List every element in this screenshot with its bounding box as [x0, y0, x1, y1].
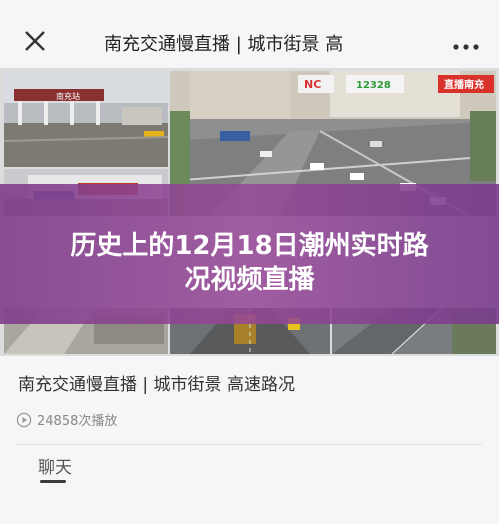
- tab-chat[interactable]: 聊天: [38, 453, 72, 478]
- nc-sign: NC: [304, 78, 321, 91]
- more-button[interactable]: [453, 37, 479, 50]
- page-title-text: 南充交通慢直播 | 城市街景 高: [104, 34, 344, 55]
- camera-feed-toll-gate: 南充站: [4, 71, 168, 167]
- article-title: 南充交通慢直播 | 城市街景 高速路况: [18, 375, 295, 395]
- article-info: 南充交通慢直播 | 城市街景 高速路况 24858次播放 聊天: [0, 356, 499, 524]
- title-fade: [364, 30, 404, 56]
- hotline-sign: 12328: [356, 80, 391, 91]
- page-title: 南充交通慢直播 | 城市街景 高: [104, 30, 404, 56]
- more-dots-icon: [453, 44, 479, 50]
- view-count-text: 24858次播放: [37, 414, 118, 429]
- play-circle-icon: [16, 412, 32, 427]
- headline-line-1: 历史上的12月18日潮州实时路: [70, 231, 429, 261]
- close-icon: [25, 31, 45, 51]
- live-badge: 直播南充: [444, 78, 484, 91]
- toll-gate-sign: 南充站: [56, 91, 80, 101]
- divider: [16, 444, 482, 445]
- headline-line-2: 况视频直播: [184, 265, 315, 295]
- close-button[interactable]: [22, 28, 48, 54]
- top-bar: 南充交通慢直播 | 城市街景 高: [0, 0, 499, 72]
- view-count: 24858次播放: [16, 410, 117, 429]
- tab-chat-indicator: [40, 480, 66, 483]
- headline-banner: 历史上的12月18日潮州实时路 况视频直播: [0, 184, 499, 324]
